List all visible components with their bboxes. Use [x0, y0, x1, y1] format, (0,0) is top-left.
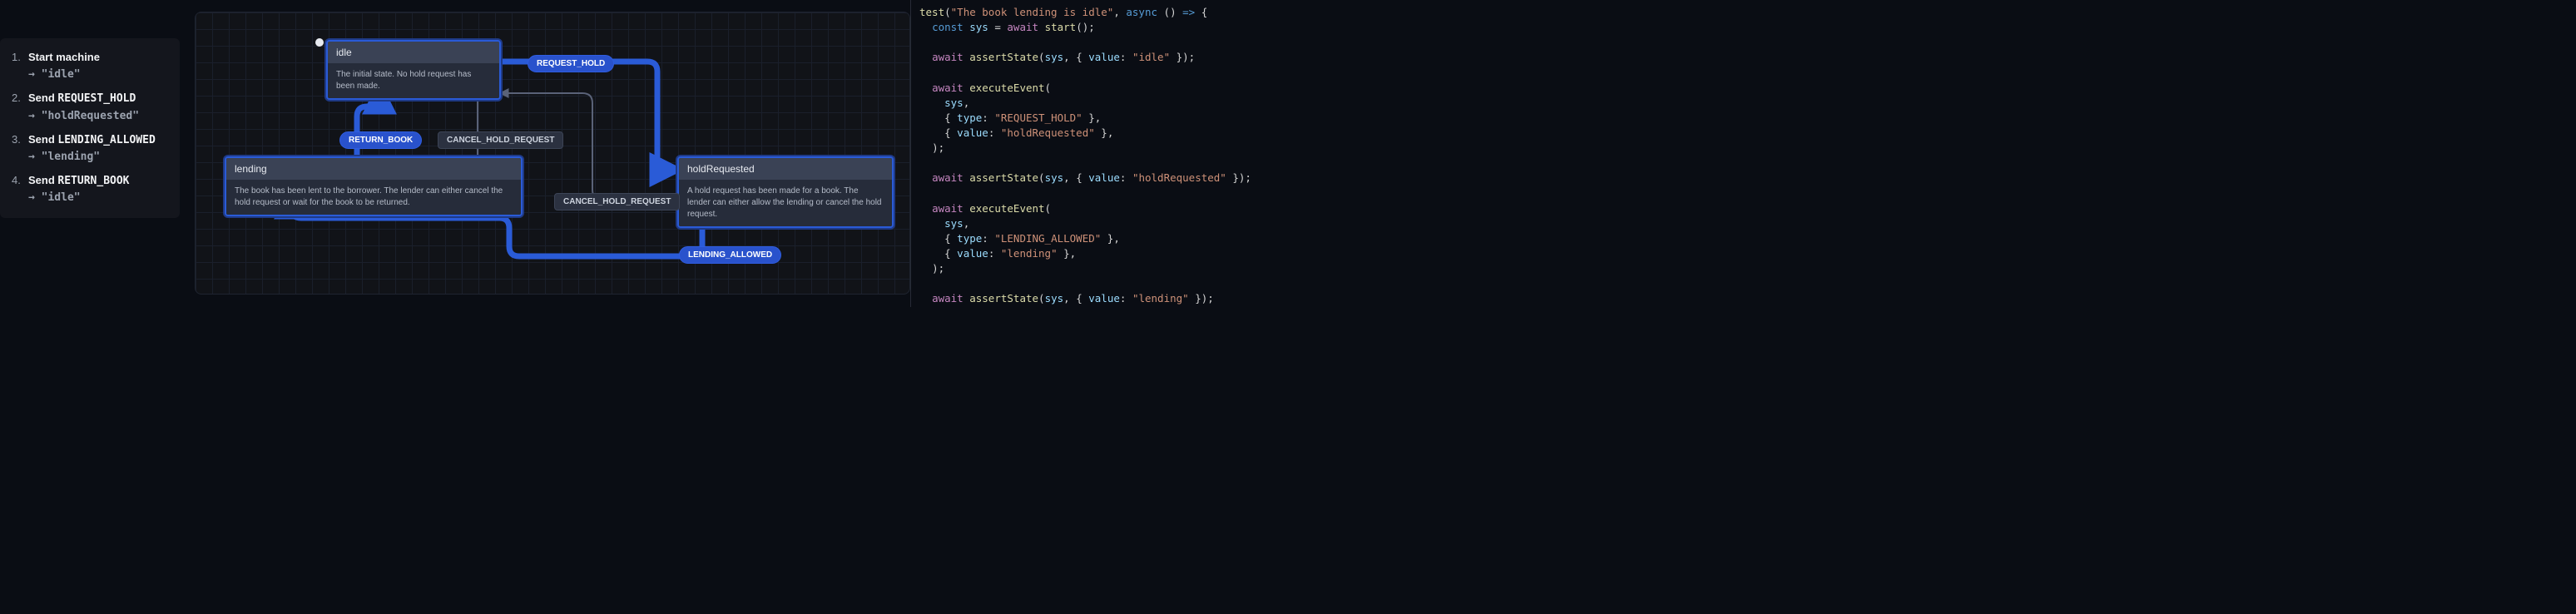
- step-number: 2.: [12, 91, 23, 123]
- step-result: → "holdRequested": [28, 109, 139, 124]
- step-1: 1. Start machine → "idle": [12, 50, 166, 82]
- step-result: → "idle": [28, 191, 130, 205]
- event-request-hold[interactable]: REQUEST_HOLD: [528, 55, 614, 72]
- step-result: → "lending": [28, 150, 156, 165]
- code-panel[interactable]: test("The book lending is idle", async (…: [910, 0, 1288, 307]
- step-3: 3. Send LENDING_ALLOWED → "lending": [12, 132, 166, 165]
- step-result: → "idle": [28, 67, 100, 82]
- initial-state-dot: [315, 38, 324, 47]
- step-title: Send LENDING_ALLOWED: [28, 132, 156, 148]
- state-desc: The initial state. No hold request has b…: [328, 63, 499, 98]
- diagram-canvas[interactable]: [195, 12, 910, 295]
- step-title: Send RETURN_BOOK: [28, 173, 130, 189]
- state-desc: A hold request has been made for a book.…: [679, 180, 892, 226]
- event-lending-allowed[interactable]: LENDING_ALLOWED: [679, 246, 781, 264]
- event-cancel-hold-request-2[interactable]: CANCEL_HOLD_REQUEST: [554, 193, 680, 210]
- state-desc: The book has been lent to the borrower. …: [226, 180, 521, 215]
- state-title: idle: [328, 42, 499, 63]
- state-idle[interactable]: idle The initial state. No hold request …: [326, 40, 501, 100]
- state-title: holdRequested: [679, 158, 892, 180]
- step-number: 1.: [12, 50, 23, 82]
- step-title: Start machine: [28, 50, 100, 66]
- steps-panel: 1. Start machine → "idle" 2. Send REQUES…: [0, 38, 180, 218]
- event-cancel-hold-request[interactable]: CANCEL_HOLD_REQUEST: [438, 131, 563, 149]
- state-diagram[interactable]: idle The initial state. No hold request …: [195, 12, 910, 295]
- state-holdRequested[interactable]: holdRequested A hold request has been ma…: [677, 156, 894, 228]
- step-title: Send REQUEST_HOLD: [28, 91, 139, 106]
- step-4: 4. Send RETURN_BOOK → "idle": [12, 173, 166, 205]
- step-number: 4.: [12, 173, 23, 205]
- state-title: lending: [226, 158, 521, 180]
- event-return-book[interactable]: RETURN_BOOK: [339, 131, 422, 149]
- state-lending[interactable]: lending The book has been lent to the bo…: [225, 156, 523, 216]
- step-2: 2. Send REQUEST_HOLD → "holdRequested": [12, 91, 166, 123]
- step-number: 3.: [12, 132, 23, 165]
